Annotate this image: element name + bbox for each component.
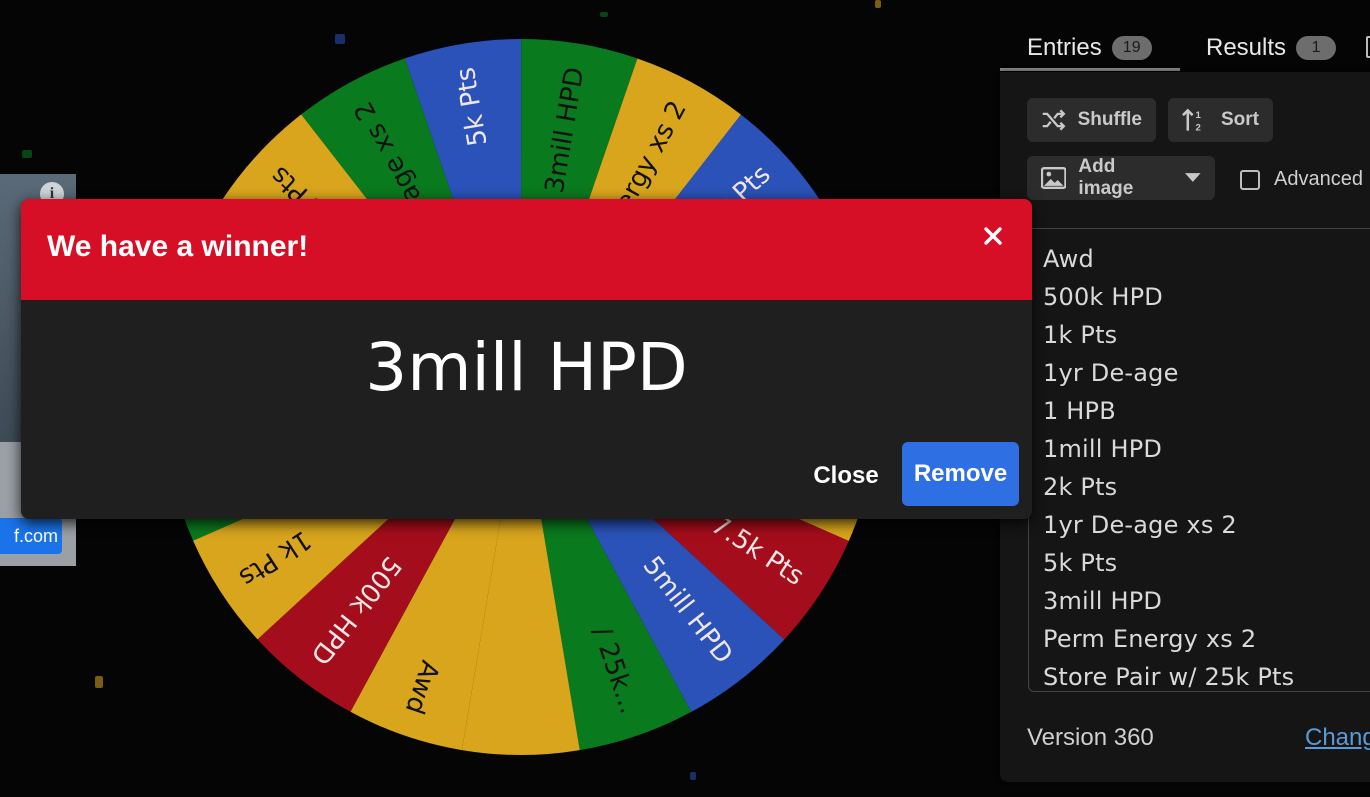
advanced-checkbox[interactable] <box>1240 169 1260 190</box>
tab-results-label: Results <box>1206 34 1287 61</box>
entry-line: 1 HPB <box>1043 397 1116 425</box>
entry-line: Perm Energy xs 2 <box>1043 625 1257 653</box>
add-image-button[interactable]: Add image <box>1027 156 1215 200</box>
close-button[interactable]: Close <box>791 446 901 506</box>
entry-line: 5k Pts <box>1043 549 1118 577</box>
shuffle-button[interactable]: Shuffle <box>1027 98 1156 142</box>
add-image-label: Add image <box>1078 156 1134 199</box>
advanced-toggle[interactable]: Advanced <box>1240 168 1363 191</box>
remove-button[interactable]: Remove <box>902 442 1019 506</box>
shuffle-icon <box>1042 109 1066 131</box>
entry-line: 500k HPD <box>1043 283 1163 311</box>
entries-panel: Shuffle 1 2 Sort Add image Advanced Awd … <box>1000 72 1370 782</box>
entry-line: 1yr De-age <box>1043 359 1179 387</box>
sort-label: Sort <box>1221 109 1259 130</box>
dialog-title: We have a winner! <box>47 230 309 263</box>
dialog-header: We have a winner! <box>21 199 1032 300</box>
tab-overflow-icon[interactable] <box>1366 36 1370 58</box>
shuffle-label: Shuffle <box>1077 109 1142 130</box>
version-label: Version 360 <box>1027 724 1154 751</box>
advanced-label: Advanced <box>1274 168 1363 190</box>
tab-results[interactable]: Results 1 <box>1206 28 1337 68</box>
active-tab-indicator <box>1000 68 1180 71</box>
entry-line: 1k Pts <box>1043 321 1118 349</box>
entry-line: Store Pair w/ 25k Pts <box>1043 663 1295 691</box>
sort-button[interactable]: 1 2 Sort <box>1168 98 1273 142</box>
entry-line: 1yr De-age xs 2 <box>1043 511 1237 539</box>
entries-textarea[interactable]: Awd 500k HPD 1k Pts 1yr De-age 1 HPB 1mill HP… <box>1028 240 1370 692</box>
results-count-badge: 1 <box>1296 36 1337 60</box>
entry-line: Awd <box>1043 245 1094 273</box>
ad-link[interactable]: f.com <box>0 518 62 554</box>
svg-text:1: 1 <box>1196 110 1202 121</box>
entry-line: 3mill HPD <box>1043 587 1163 615</box>
entry-line: 2k Pts <box>1043 473 1118 501</box>
tab-entries-label: Entries <box>1027 34 1102 61</box>
close-icon[interactable] <box>980 223 1006 249</box>
tab-bar: Entries 19 Results 1 <box>1000 0 1370 72</box>
sidebar: Entries 19 Results 1 Shuffle 1 2 Sort Ad… <box>1000 0 1370 797</box>
entry-line: 1mill HPD <box>1043 435 1163 463</box>
divider <box>1028 228 1370 229</box>
svg-text:2: 2 <box>1196 123 1201 133</box>
winner-dialog: We have a winner! 3mill HPD Close Remove <box>21 199 1032 519</box>
changelog-link[interactable]: Chang <box>1305 724 1370 752</box>
sort-icon: 1 2 <box>1182 108 1202 133</box>
tab-entries[interactable]: Entries 19 <box>1027 28 1152 68</box>
winner-name: 3mill HPD <box>365 329 688 406</box>
entries-count-badge: 19 <box>1111 36 1152 60</box>
chevron-down-icon <box>1185 173 1201 182</box>
image-icon <box>1041 167 1067 189</box>
